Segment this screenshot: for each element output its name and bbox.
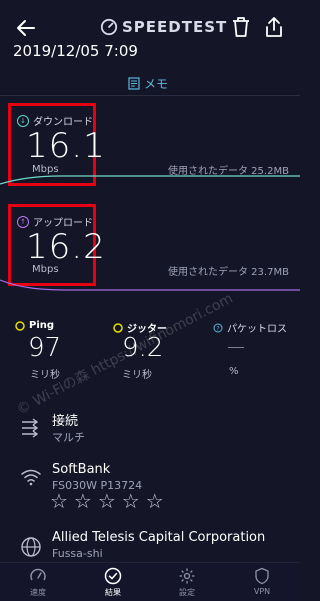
tab-speed-label: 速度 <box>30 588 46 597</box>
tab-vpn[interactable]: VPN <box>232 567 292 596</box>
ping-label: Ping <box>15 320 54 331</box>
server-name: Allied Telesis Capital Corporation <box>52 530 266 545</box>
wifi-icon <box>21 469 41 486</box>
connection-title: 接続 <box>52 414 79 429</box>
check-circle-icon <box>104 567 122 585</box>
packet-loss-unit: % <box>229 366 239 377</box>
upload-speed-value: 16.2 <box>26 227 106 267</box>
back-arrow-icon[interactable] <box>14 16 38 40</box>
brand-name: SPEEDTEST <box>122 18 228 36</box>
ping-label-text: Ping <box>29 320 55 331</box>
jitter-icon <box>113 322 123 333</box>
divider <box>0 95 300 96</box>
memo-label: メモ <box>144 77 169 91</box>
note-icon <box>128 77 140 90</box>
share-icon[interactable] <box>265 16 283 38</box>
provider-name: SoftBank <box>52 462 111 477</box>
connection-type: マルチ <box>52 431 85 444</box>
packet-loss-label[interactable]: ? パケットロス <box>213 320 287 335</box>
speedtest-logo-icon <box>100 18 118 36</box>
gauge-icon <box>30 568 46 581</box>
svg-text:?: ? <box>216 325 219 332</box>
tab-settings[interactable]: 設定 <box>157 567 217 598</box>
shield-icon <box>255 567 269 585</box>
tab-speed[interactable]: 速度 <box>8 567 68 598</box>
bottom-tab-bar: 速度 結果 設定 VPN <box>0 562 300 601</box>
upload-unit: Mbps <box>32 264 59 275</box>
ping-icon <box>15 320 25 331</box>
help-icon: ? <box>213 323 223 332</box>
download-graph <box>0 175 300 185</box>
upload-arrow-icon: ↑ <box>17 215 29 228</box>
rating-stars[interactable]: ☆☆☆☆☆ <box>50 489 170 513</box>
tab-vpn-label: VPN <box>253 587 271 596</box>
gear-icon <box>179 568 195 584</box>
connections-icon <box>22 418 39 438</box>
packet-loss-value: — <box>227 336 245 357</box>
download-arrow-icon: ↓ <box>17 114 29 127</box>
memo-button[interactable]: メモ <box>128 75 168 92</box>
trash-icon[interactable] <box>231 16 251 38</box>
globe-icon <box>21 537 41 557</box>
test-datetime: 2019/12/05 7:09 <box>13 42 138 60</box>
packet-loss-label-text: パケットロス <box>227 324 287 335</box>
ping-value: 97 <box>28 333 62 363</box>
jitter-unit: ミリ秒 <box>122 370 152 381</box>
speedtest-logo: SPEEDTEST <box>100 18 227 36</box>
download-speed-value: 16.1 <box>26 126 106 166</box>
tab-results[interactable]: 結果 <box>83 567 143 598</box>
tab-settings-label: 設定 <box>179 588 195 597</box>
tab-results-label: 結果 <box>105 588 121 597</box>
server-location: Fussa-shi <box>52 547 103 560</box>
